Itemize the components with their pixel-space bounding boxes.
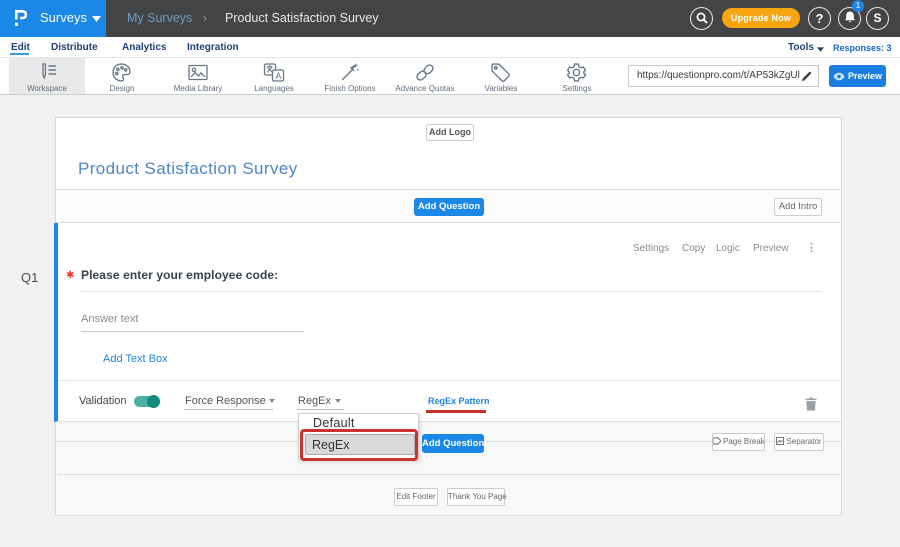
- svg-text:A: A: [276, 71, 282, 81]
